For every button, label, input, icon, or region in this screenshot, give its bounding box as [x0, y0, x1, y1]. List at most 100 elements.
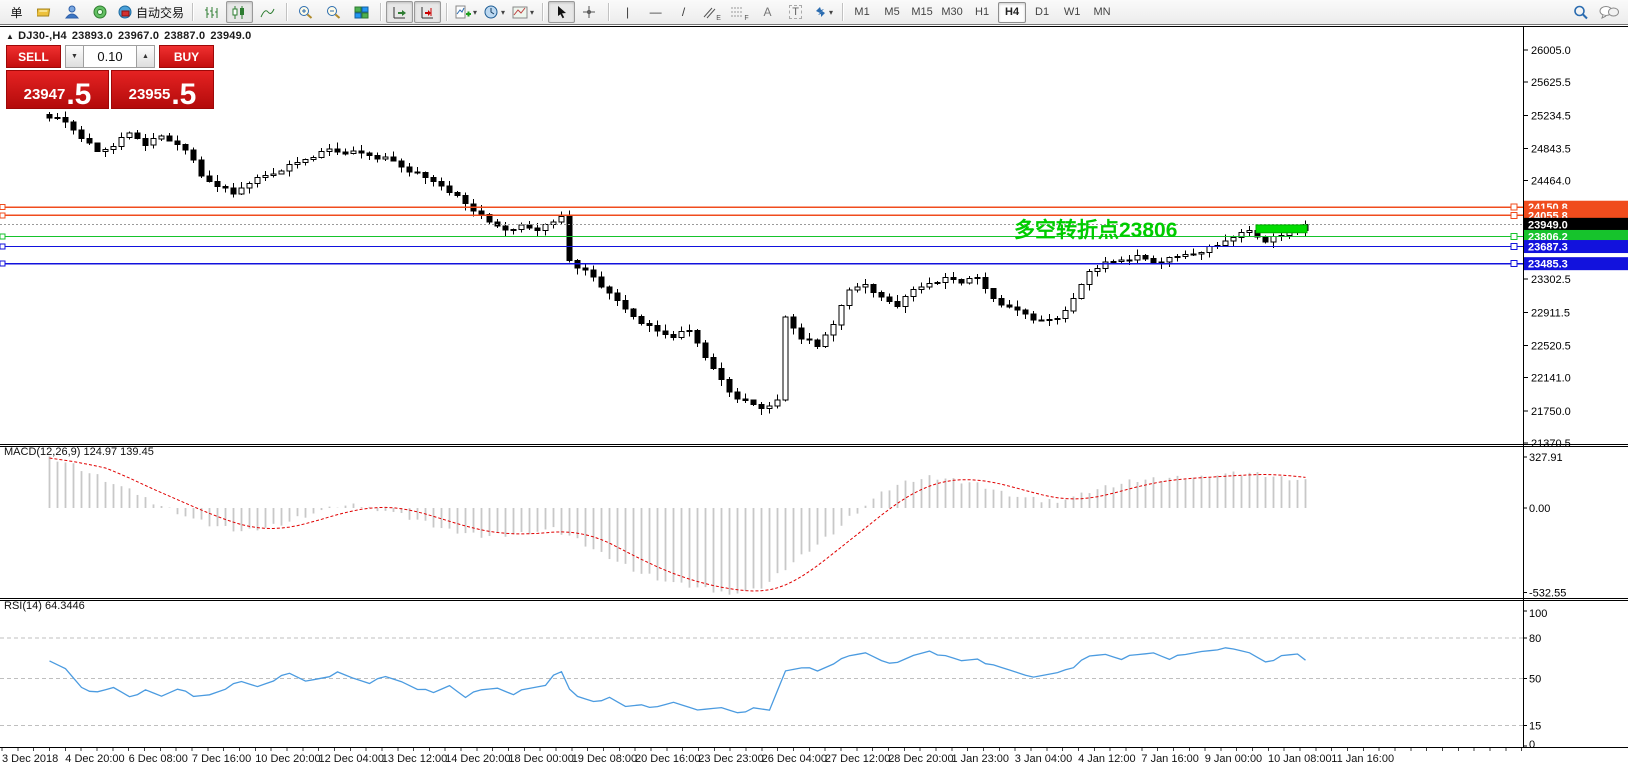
- svg-text:21750.0: 21750.0: [1531, 406, 1571, 418]
- timeframe-mn[interactable]: MN: [1088, 2, 1116, 23]
- volume-input[interactable]: 0.10: [84, 45, 136, 68]
- symbol-period: DJ30-,H4: [18, 30, 67, 42]
- low-value: 23887.0: [164, 30, 205, 42]
- auto-scroll-icon[interactable]: [386, 1, 413, 23]
- periods-clock-icon[interactable]: ▾: [481, 1, 508, 23]
- date-label: 4 Jan 12:00: [1078, 753, 1136, 765]
- template-icon[interactable]: ▾: [509, 1, 537, 23]
- autotrading-button[interactable]: 自动交易: [115, 1, 187, 23]
- timeframe-toolbar: M1M5M15M30H1H4D1W1MN: [848, 2, 1116, 23]
- macd-histogram: [50, 456, 1306, 594]
- chart-ohlc-header: ▲DJ30-,H423893.023967.023887.023949.0: [6, 30, 257, 42]
- macd-signal-line: [50, 458, 1306, 591]
- rsi-pane-label: RSI(14) 64.3446: [4, 600, 85, 612]
- timeframe-m15[interactable]: M15: [908, 2, 936, 23]
- hline-23687.3: [0, 240, 1628, 253]
- chat-icon[interactable]: [1599, 5, 1619, 20]
- timeframe-h1[interactable]: H1: [968, 2, 996, 23]
- price-label-23687.3: 23687.3: [1528, 242, 1568, 254]
- text-label-tool[interactable]: T: [782, 1, 809, 23]
- bar-chart-icon[interactable]: [198, 1, 225, 23]
- date-label: 9 Jan 00:00: [1205, 753, 1263, 765]
- svg-text:22520.5: 22520.5: [1531, 340, 1571, 352]
- volume-decrease-button[interactable]: ▼: [65, 45, 84, 68]
- dropdown-icon: ▾: [530, 8, 534, 17]
- volume-increase-button[interactable]: ▲: [136, 45, 155, 68]
- candlestick-chart-icon[interactable]: [226, 1, 253, 23]
- sell-price-fraction: .5: [66, 82, 91, 108]
- fibonacci-tool[interactable]: F: [726, 1, 753, 23]
- tile-windows-icon[interactable]: [348, 1, 375, 23]
- channel-tool[interactable]: E: [698, 1, 725, 23]
- green-highlight-box: [1256, 225, 1307, 233]
- price-label-23949.0: 23949.0: [1528, 219, 1568, 231]
- separator: [192, 3, 193, 21]
- autotrading-icon: [118, 5, 133, 19]
- close-value: 23949.0: [210, 30, 251, 42]
- new-order-button[interactable]: 单: [3, 1, 30, 23]
- main-toolbar: 单 自动交易 ▾ ▾ ▾ | — / E F A T ▾ M1M5M15M30H…: [0, 0, 1628, 25]
- separator: [446, 3, 447, 21]
- chart-canvas[interactable]: 24150.824055.823949.023806.223687.323485…: [0, 0, 1628, 771]
- open-value: 23893.0: [72, 30, 113, 42]
- horizontal-line-tool[interactable]: —: [642, 1, 669, 23]
- dropdown-icon: ▾: [501, 8, 505, 17]
- one-click-trading-panel: SELL ▼ 0.10 ▲ BUY 23947 .5 23955 .5: [6, 45, 214, 109]
- buy-price-fraction: .5: [171, 82, 196, 108]
- timeframe-w1[interactable]: W1: [1058, 2, 1086, 23]
- date-label: 7 Jan 16:00: [1141, 753, 1199, 765]
- vertical-line-tool[interactable]: |: [614, 1, 641, 23]
- timeframe-m5[interactable]: M5: [878, 2, 906, 23]
- signal-icon[interactable]: [87, 1, 114, 23]
- svg-text:327.91: 327.91: [1529, 452, 1563, 464]
- gold-icon[interactable]: [31, 1, 58, 23]
- crosshair-icon[interactable]: [576, 1, 603, 23]
- rsi-line: [50, 648, 1306, 713]
- trendline-tool[interactable]: /: [670, 1, 697, 23]
- svg-text:-532.55: -532.55: [1529, 587, 1566, 599]
- pane-borders: [0, 26, 1628, 748]
- timeframe-d1[interactable]: D1: [1028, 2, 1056, 23]
- date-label: 11 Jan 16:00: [1331, 753, 1394, 765]
- dropdown-icon: ▾: [473, 8, 477, 17]
- separator: [842, 3, 843, 21]
- zoom-in-icon[interactable]: [292, 1, 319, 23]
- buy-price-tile[interactable]: 23955 .5: [111, 70, 214, 109]
- separator: [286, 3, 287, 21]
- date-label: 26 Dec 04:00: [762, 753, 827, 765]
- date-label: 27 Dec 12:00: [825, 753, 890, 765]
- line-chart-icon[interactable]: [254, 1, 281, 23]
- bid-line: [0, 218, 1628, 231]
- collapse-arrow-icon[interactable]: ▲: [6, 32, 14, 41]
- shapes-tool[interactable]: ▾: [810, 1, 837, 23]
- hline-24055.8: [0, 209, 1628, 222]
- timeframe-h4[interactable]: H4: [998, 2, 1026, 23]
- hline-24150.8: [0, 201, 1628, 214]
- separator: [380, 3, 381, 21]
- date-label: 12 Dec 04:00: [319, 753, 384, 765]
- arrows-tool[interactable]: A: [754, 1, 781, 23]
- cursor-icon[interactable]: [548, 1, 575, 23]
- buy-button[interactable]: BUY: [159, 45, 214, 68]
- autotrading-label: 自动交易: [136, 4, 184, 21]
- date-label: 28 Dec 20:00: [888, 753, 953, 765]
- sell-price-tile[interactable]: 23947 .5: [6, 70, 109, 109]
- svg-text:22911.5: 22911.5: [1531, 307, 1570, 319]
- rsi-level-lines: [0, 638, 1523, 726]
- timeframe-m30[interactable]: M30: [938, 2, 966, 23]
- sell-button[interactable]: SELL: [6, 45, 61, 68]
- svg-text:24464.0: 24464.0: [1531, 176, 1571, 188]
- profile-icon[interactable]: [59, 1, 86, 23]
- date-label: 20 Dec 16:00: [635, 753, 700, 765]
- date-label: 10 Dec 20:00: [255, 753, 320, 765]
- search-icon[interactable]: [1573, 5, 1589, 20]
- indicators-icon[interactable]: ▾: [452, 1, 480, 23]
- date-label: 23 Dec 23:00: [698, 753, 763, 765]
- date-label: 19 Dec 08:00: [572, 753, 637, 765]
- date-label: 4 Dec 20:00: [65, 753, 124, 765]
- chart-shift-icon[interactable]: [414, 1, 441, 23]
- timeframe-m1[interactable]: M1: [848, 2, 876, 23]
- svg-text:23302.5: 23302.5: [1531, 274, 1571, 286]
- zoom-out-icon[interactable]: [320, 1, 347, 23]
- date-label: 10 Jan 08:00: [1268, 753, 1332, 765]
